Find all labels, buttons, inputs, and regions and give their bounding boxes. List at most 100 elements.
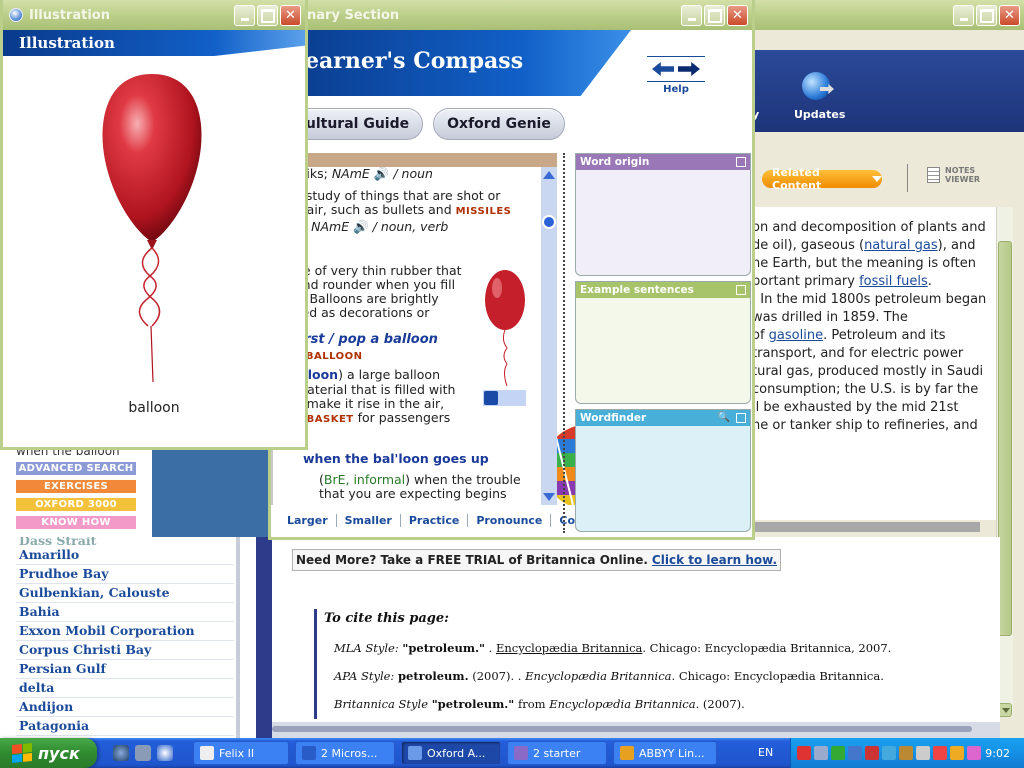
task-app-icon [302, 746, 316, 760]
entry-line: material that is filled with [295, 382, 456, 397]
free-trial-banner: Need More? Take a FREE TRIAL of Britanni… [292, 549, 782, 571]
help-button[interactable]: Help [647, 56, 705, 95]
minimize-button[interactable] [234, 5, 255, 26]
row-divider [16, 583, 234, 584]
related-content-button[interactable]: Related Content [762, 166, 882, 192]
scroll-thumb[interactable] [998, 241, 1012, 636]
related-place-link[interactable]: Patagonia [19, 718, 89, 733]
taskbar-task-button[interactable]: Oxford A... [401, 741, 501, 765]
row-divider [16, 640, 234, 641]
illustration-titlebar[interactable]: Illustration ✕ [3, 0, 305, 30]
nav-button-exercises[interactable]: EXERCISES [16, 480, 136, 493]
taskbar-task-button[interactable]: ABBYY Lin... [613, 741, 717, 765]
updates-globe-icon[interactable] [802, 72, 830, 100]
article-line: tural gas, produced mostly in Saudi [752, 364, 984, 379]
volume-icon[interactable] [916, 746, 930, 760]
balloon-thumbnail[interactable] [483, 266, 527, 388]
scroll-thumb[interactable] [542, 215, 556, 229]
article-body: on and decomposition of plants and de oil… [752, 207, 996, 520]
tab-cultural-guide[interactable]: ultural Guide [293, 108, 423, 140]
related-place-link[interactable]: Bahia [19, 604, 60, 619]
row-divider [16, 564, 234, 565]
article-link[interactable]: natural gas [864, 238, 938, 253]
article-line: ll be exhausted by the mid 21st [752, 400, 959, 415]
related-place-link[interactable]: Exxon Mobil Corporation [19, 623, 195, 638]
maximize-button[interactable] [704, 5, 725, 26]
search-icon[interactable]: 🔍 [718, 412, 730, 423]
tab-oxford-genie[interactable]: Oxford Genie [433, 108, 565, 140]
shortcut-icon[interactable] [135, 745, 151, 761]
maximize-panel-icon[interactable] [736, 157, 746, 167]
entry-scrollbar[interactable] [541, 167, 557, 505]
toolbar-link-practice[interactable]: Practice [401, 513, 469, 527]
help-label: Help [663, 84, 689, 95]
zoom-icon[interactable] [483, 390, 526, 406]
maximize-button[interactable] [257, 5, 278, 26]
nav-button-advanced-search[interactable]: ADVANCED SEARCH [16, 462, 136, 475]
ie-icon[interactable] [113, 745, 129, 761]
updates-button[interactable]: Updates [794, 108, 845, 121]
tray-icon[interactable] [967, 746, 981, 760]
tray-icon[interactable] [865, 746, 879, 760]
language-indicator[interactable]: EN [758, 746, 773, 759]
network-icon[interactable] [848, 746, 862, 760]
article-link[interactable]: fossil fuels [859, 274, 928, 289]
media-player-icon[interactable] [157, 745, 173, 761]
article-line: transport, and for electric power [752, 346, 964, 361]
dictionary-entry: stiks; NAmE 🔊 / noun c study of things t… [271, 153, 628, 505]
taskbar-task-button[interactable]: 2 starter [507, 741, 607, 765]
tray-icon[interactable] [814, 746, 828, 760]
maximize-panel-icon[interactable] [736, 285, 746, 295]
nav-button-oxford-3000[interactable]: OXFORD 3000 [16, 498, 136, 511]
related-place-link[interactable]: Persian Gulf [19, 661, 106, 676]
related-place-link[interactable]: delta [19, 680, 54, 695]
close-button[interactable]: ✕ [727, 5, 748, 26]
balloon-illustration [102, 74, 202, 383]
maximize-panel-icon[interactable] [736, 413, 746, 423]
entry-line: sed as decorations or [295, 305, 430, 320]
close-button[interactable]: ✕ [999, 5, 1020, 26]
toolbar-link-pronounce[interactable]: Pronounce [468, 513, 552, 527]
toolbar-link-smaller[interactable]: Smaller [337, 513, 401, 527]
tray-icon[interactable] [899, 746, 913, 760]
example-sentences-label: Example sentences [580, 284, 694, 296]
minimize-button[interactable] [953, 5, 974, 26]
horizontal-scrollbar[interactable] [272, 722, 1000, 738]
windows-flag-icon [12, 742, 32, 764]
toolbar-link-larger[interactable]: Larger [279, 513, 337, 527]
word-origin-header: Word origin [576, 154, 750, 170]
related-place-link[interactable]: Prudhoe Bay [19, 566, 108, 581]
tray-icon[interactable] [933, 746, 947, 760]
related-place-link[interactable]: Andijon [19, 699, 73, 714]
close-button[interactable]: ✕ [280, 5, 301, 26]
britannica-titlebar[interactable]: ✕ [752, 0, 1024, 30]
scroll-down-arrow[interactable] [543, 493, 555, 501]
taskbar-task-button[interactable]: 2 Micros... [295, 741, 395, 765]
maximize-button[interactable] [976, 5, 997, 26]
scroll-up-arrow[interactable] [543, 171, 555, 179]
illustration-window-title: Illustration [29, 7, 110, 23]
tray-icon[interactable] [831, 746, 845, 760]
related-place-link[interactable]: Amarillo [19, 547, 79, 562]
taskbar: пуск Felix II 2 Micros... Oxford A... 2 sta… [0, 738, 1024, 768]
nav-button-know-how[interactable]: KNOW HOW [16, 516, 136, 529]
scroll-down-arrow[interactable] [998, 703, 1012, 717]
tray-icon[interactable] [950, 746, 964, 760]
task-label: Felix II [219, 746, 255, 760]
article-link[interactable]: gasoline [769, 328, 823, 343]
related-place-link[interactable]: Corpus Christi Bay [19, 642, 151, 657]
forward-arrow-icon[interactable] [678, 62, 700, 76]
system-tray: 9:02 [790, 738, 1024, 768]
related-place-link[interactable]: Gulbenkian, Calouste [19, 585, 170, 600]
back-arrow-icon[interactable] [652, 62, 674, 76]
word-origin-label: Word origin [580, 156, 650, 168]
notes-viewer-label-1: NOTES [945, 166, 976, 175]
trial-link[interactable]: Click to learn how. [652, 553, 777, 567]
taskbar-task-button[interactable]: Felix II [193, 741, 289, 765]
notes-viewer-button[interactable]: NOTES VIEWER [927, 166, 980, 184]
oxford-titlebar[interactable]: nary Section ✕ [271, 0, 752, 30]
minimize-button[interactable] [681, 5, 702, 26]
start-button[interactable]: пуск [0, 738, 97, 768]
antivirus-icon[interactable] [797, 746, 811, 760]
tray-icon[interactable] [882, 746, 896, 760]
